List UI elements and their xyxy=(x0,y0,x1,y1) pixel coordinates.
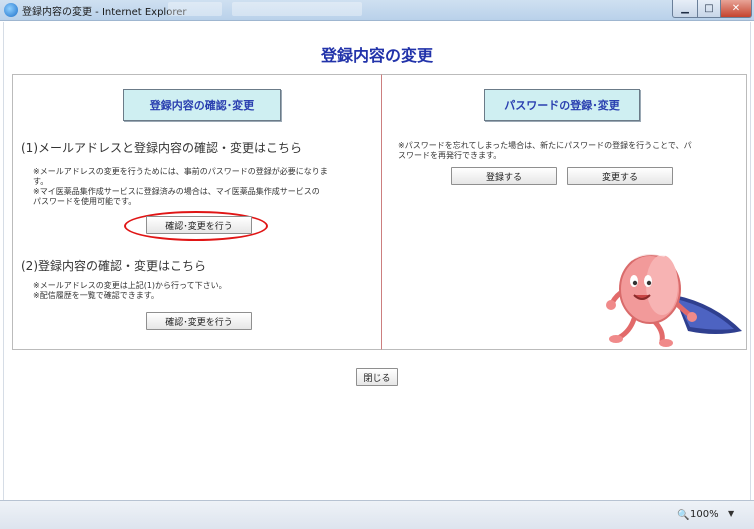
mascot-left-pupil xyxy=(632,280,638,286)
mascot-left-foot xyxy=(609,335,623,343)
mascot-cape-highlight xyxy=(676,299,734,330)
password-panel: パスワードの登録･変更 ※パスワードを忘れてしまった場合は、新たにパスワードの登… xyxy=(381,74,747,350)
password-note: ※パスワードを忘れてしまった場合は、新たにパスワードの登録を行うことで、パ スワ… xyxy=(398,141,692,160)
section2-note: ※メールアドレスの変更は上記(1)から行って下さい。 ※配信履歴を一覧で確認でき… xyxy=(33,281,227,300)
password-header: パスワードの登録･変更 xyxy=(484,89,640,121)
mascot-left-leg xyxy=(617,316,637,340)
close-button[interactable]: 閉じる xyxy=(356,368,398,386)
background-tab xyxy=(232,2,362,16)
confirm-change-button-1[interactable]: 確認･変更を行う xyxy=(146,216,252,234)
close-icon: ✕ xyxy=(731,3,741,14)
change-password-button[interactable]: 変更する xyxy=(567,167,673,185)
maximize-icon: □ xyxy=(704,3,714,14)
account-info-header: 登録内容の確認･変更 xyxy=(123,89,281,121)
confirm-change-button-2[interactable]: 確認･変更を行う xyxy=(146,312,252,330)
mascot-left-hand xyxy=(606,300,616,310)
account-info-panel: 登録内容の確認･変更 (1)メールアドレスと登録内容の確認・変更はこちら ※メー… xyxy=(12,74,382,350)
status-bar: 🔍 100% ▼ xyxy=(0,500,754,529)
section2-heading: (2)登録内容の確認・変更はこちら xyxy=(21,259,206,273)
internet-explorer-icon xyxy=(4,3,18,17)
mascot-right-pupil xyxy=(646,280,652,286)
minimize-button[interactable]: ▁ xyxy=(672,0,698,18)
close-window-button[interactable]: ✕ xyxy=(720,0,752,18)
mascot-left-eye xyxy=(630,275,638,287)
pill-mascot-illustration xyxy=(606,252,742,347)
maximize-button[interactable]: □ xyxy=(697,0,721,18)
register-password-button[interactable]: 登録する xyxy=(451,167,557,185)
background-tab xyxy=(168,2,222,16)
mascot-right-eye xyxy=(644,275,652,287)
section1-note: ※メールアドレスの変更を行うためには、事前のパスワードの登録が必要になりま す。… xyxy=(33,167,328,206)
mascot-right-leg xyxy=(651,318,665,344)
minimize-icon: ▁ xyxy=(681,3,689,14)
zoom-icon[interactable]: 🔍 xyxy=(677,510,689,521)
page-title: 登録内容の変更 xyxy=(320,46,433,65)
mascot-right-hand xyxy=(687,312,697,322)
mascot-right-foot xyxy=(659,339,673,347)
window-title: 登録内容の変更 - Internet Explorer xyxy=(22,7,187,18)
chevron-down-icon[interactable]: ▼ xyxy=(728,509,734,518)
zoom-level[interactable]: 100% xyxy=(690,509,719,520)
window-titlebar: 登録内容の変更 - Internet Explorer ▁ □ ✕ xyxy=(0,0,754,21)
section1-heading: (1)メールアドレスと登録内容の確認・変更はこちら xyxy=(21,141,303,155)
page-content: 登録内容の変更 登録内容の確認･変更 (1)メールアドレスと登録内容の確認・変更… xyxy=(3,22,751,500)
